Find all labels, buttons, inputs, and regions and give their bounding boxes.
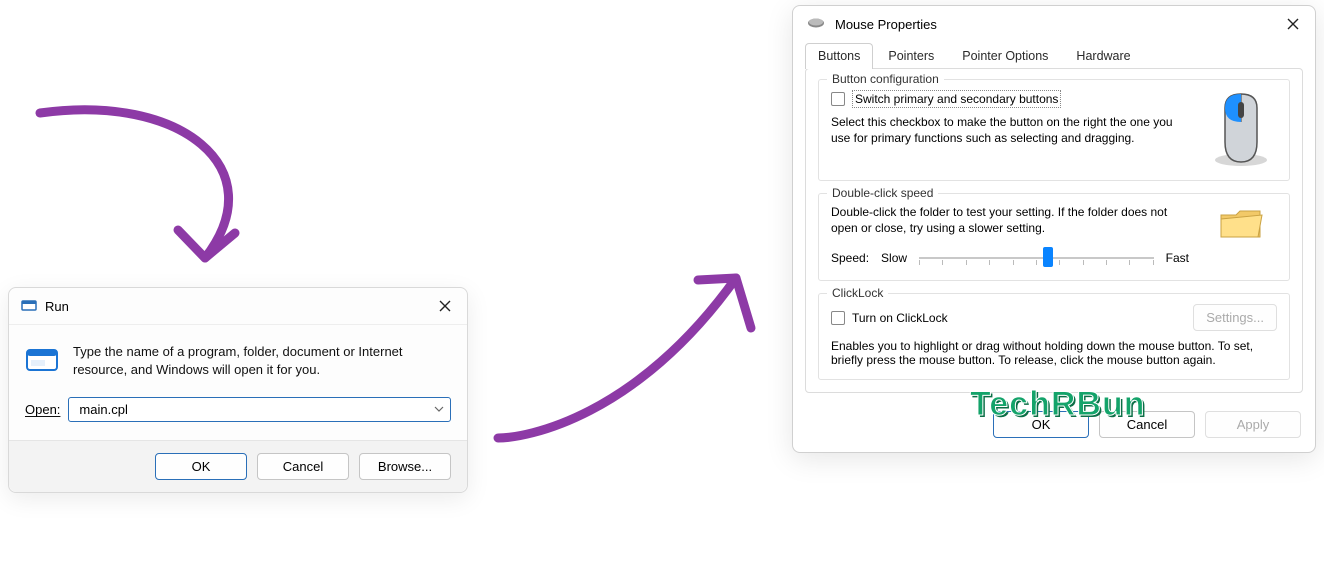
group-button-configuration: Button configuration Switch primary and … bbox=[818, 79, 1290, 181]
cancel-button[interactable]: Cancel bbox=[257, 453, 349, 480]
watermark: TechRBun bbox=[970, 385, 1145, 424]
close-icon[interactable] bbox=[1281, 12, 1305, 36]
run-dialog: Run Type the name of a program, folder, … bbox=[8, 287, 468, 493]
button-config-desc: Select this checkbox to make the button … bbox=[831, 114, 1189, 146]
mouse-title-text: Mouse Properties bbox=[835, 17, 937, 32]
run-large-icon bbox=[25, 343, 59, 377]
clicklock-settings-button: Settings... bbox=[1193, 304, 1277, 331]
group-title: Double-click speed bbox=[827, 186, 938, 200]
run-title-text: Run bbox=[45, 299, 69, 314]
mouse-image bbox=[1205, 90, 1277, 168]
group-title: Button configuration bbox=[827, 72, 944, 86]
group-clicklock: ClickLock Turn on ClickLock Settings... … bbox=[818, 293, 1290, 380]
open-input[interactable] bbox=[77, 401, 434, 418]
annotation-arrow-1 bbox=[30, 98, 290, 301]
chevron-down-icon[interactable] bbox=[434, 403, 444, 417]
checkbox-label: Switch primary and secondary buttons bbox=[852, 90, 1061, 108]
mouse-app-icon bbox=[807, 17, 825, 32]
tab-hardware[interactable]: Hardware bbox=[1063, 43, 1143, 69]
tab-pane-buttons: Button configuration Switch primary and … bbox=[805, 68, 1303, 393]
fast-label: Fast bbox=[1166, 250, 1189, 266]
checkbox-label: Turn on ClickLock bbox=[852, 311, 948, 325]
open-label: Open: bbox=[25, 402, 60, 417]
double-click-desc: Double-click the folder to test your set… bbox=[831, 204, 1189, 236]
tab-pointers[interactable]: Pointers bbox=[875, 43, 947, 69]
clicklock-checkbox[interactable]: Turn on ClickLock bbox=[831, 311, 1183, 325]
clicklock-desc: Enables you to highlight or drag without… bbox=[831, 339, 1277, 367]
slow-label: Slow bbox=[881, 250, 907, 266]
tabs: Buttons Pointers Pointer Options Hardwar… bbox=[793, 42, 1315, 68]
folder-test-icon[interactable] bbox=[1217, 204, 1265, 244]
checkbox-icon bbox=[831, 311, 845, 325]
annotation-arrow-2 bbox=[486, 238, 786, 461]
switch-buttons-checkbox[interactable]: Switch primary and secondary buttons bbox=[831, 90, 1189, 108]
close-icon[interactable] bbox=[433, 294, 457, 318]
group-double-click-speed: Double-click speed Double-click the fold… bbox=[818, 193, 1290, 281]
tab-buttons[interactable]: Buttons bbox=[805, 43, 873, 69]
run-description: Type the name of a program, folder, docu… bbox=[73, 343, 451, 379]
browse-button[interactable]: Browse... bbox=[359, 453, 451, 480]
checkbox-icon bbox=[831, 92, 845, 106]
speed-label: Speed: bbox=[831, 250, 869, 266]
apply-button: Apply bbox=[1205, 411, 1301, 438]
run-titlebar[interactable]: Run bbox=[9, 288, 467, 325]
run-app-icon bbox=[21, 297, 37, 316]
ok-button[interactable]: OK bbox=[155, 453, 247, 480]
mouse-titlebar[interactable]: Mouse Properties bbox=[793, 6, 1315, 42]
tab-pointer-options[interactable]: Pointer Options bbox=[949, 43, 1061, 69]
slider-thumb[interactable] bbox=[1043, 247, 1053, 267]
group-title: ClickLock bbox=[827, 286, 888, 300]
open-combobox[interactable] bbox=[68, 397, 451, 422]
double-click-speed-slider[interactable] bbox=[919, 248, 1154, 268]
